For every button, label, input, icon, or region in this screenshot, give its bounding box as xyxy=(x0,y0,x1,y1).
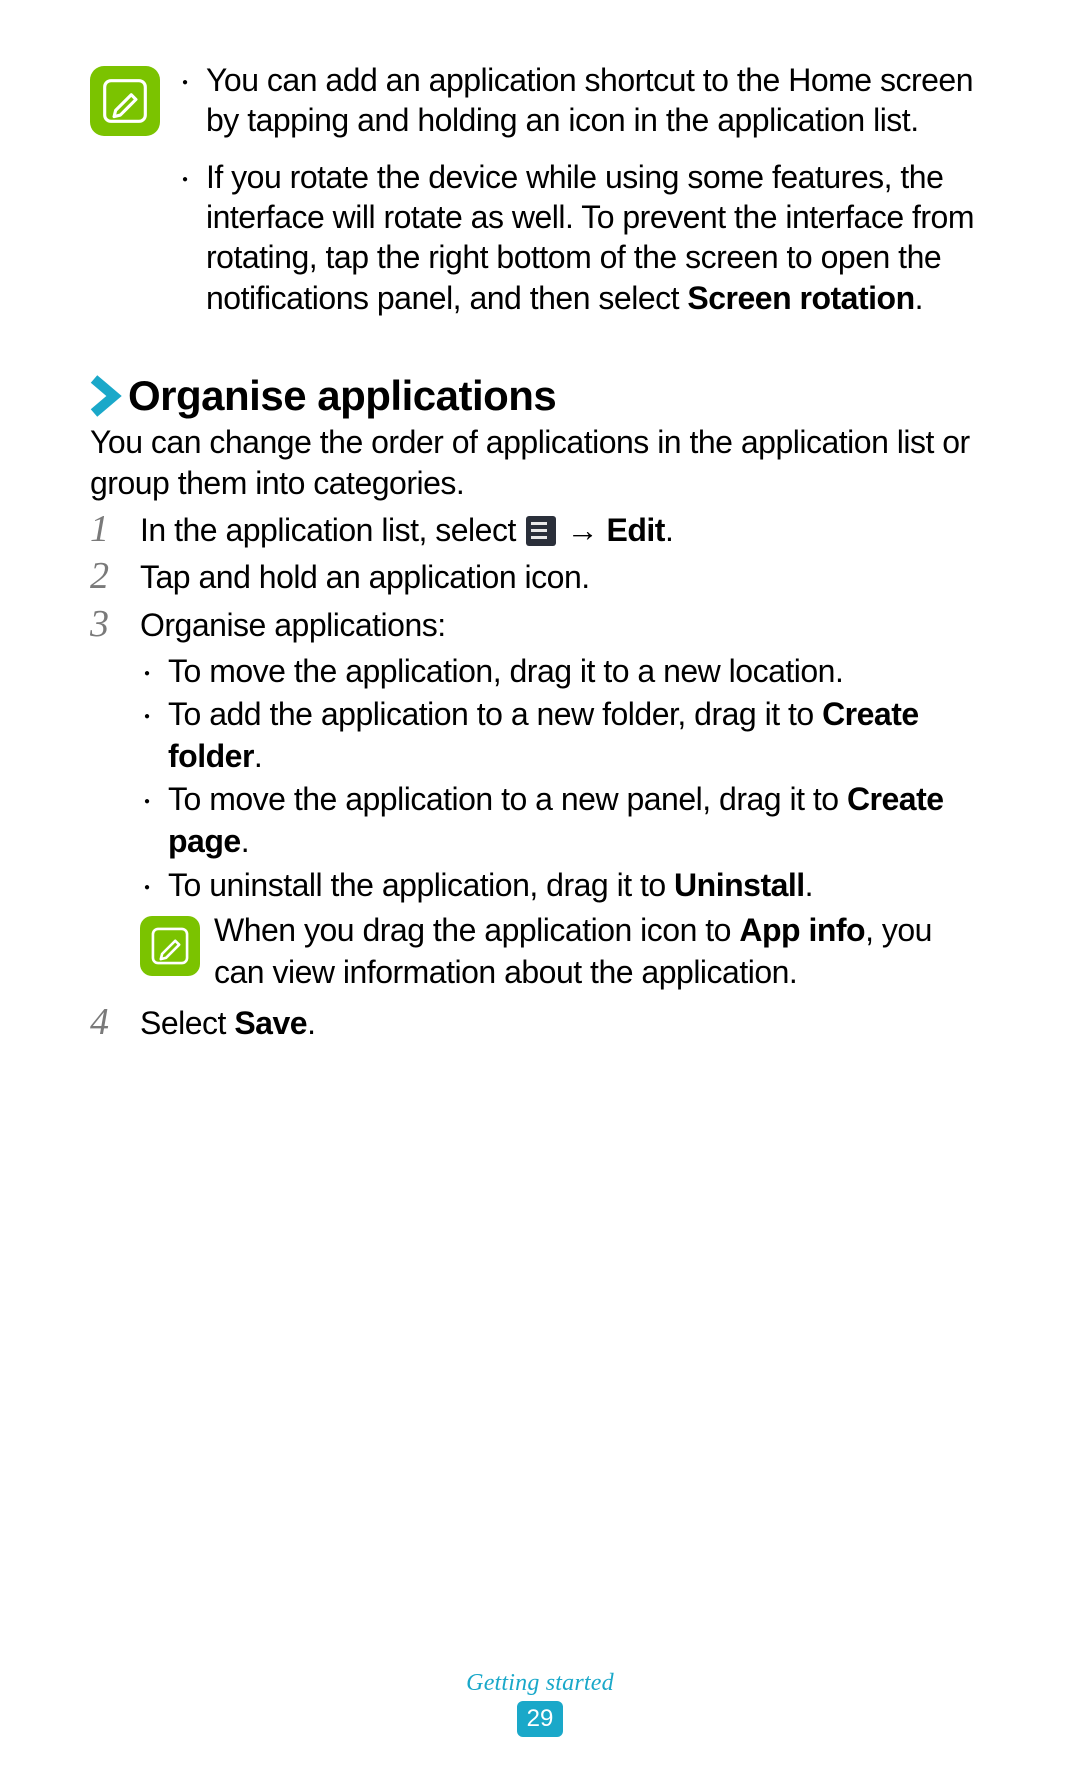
arrow-text: → xyxy=(558,512,606,548)
steps-list: 1 In the application list, select → Edit… xyxy=(90,510,990,1045)
manual-page: You can add an application shortcut to t… xyxy=(0,0,1080,1771)
sub-bullet-text: To move the application, drag it to a ne… xyxy=(168,651,843,693)
step-body: Organise applications: To move the appli… xyxy=(140,605,990,993)
step-body: Tap and hold an application icon. xyxy=(140,557,990,599)
step-text: In the application list, select xyxy=(140,512,524,548)
step-item: 4 Select Save. xyxy=(90,1003,990,1045)
bold-term: App info xyxy=(739,912,865,948)
bullet-dot xyxy=(178,60,206,100)
page-footer: Getting started 29 xyxy=(0,1670,1080,1737)
text-segment: . xyxy=(805,867,813,903)
text-segment: Select xyxy=(140,1005,234,1041)
text-segment: . xyxy=(241,823,249,859)
menu-icon xyxy=(526,516,556,546)
note-block: You can add an application shortcut to t… xyxy=(90,60,990,320)
footer-section-name: Getting started xyxy=(0,1670,1080,1697)
inline-note: When you drag the application icon to Ap… xyxy=(140,910,990,993)
step-body: Select Save. xyxy=(140,1003,990,1045)
step-number: 1 xyxy=(90,510,130,550)
sub-bullet: To move the application to a new panel, … xyxy=(140,779,990,862)
text-segment: To move the application to a new panel, … xyxy=(168,781,847,817)
step-body: In the application list, select → Edit. xyxy=(140,510,990,552)
note-pencil-icon xyxy=(140,916,200,976)
bullet-dot xyxy=(178,157,206,197)
text-segment: . xyxy=(307,1005,315,1041)
chevron-right-icon xyxy=(90,375,122,417)
bullet-dot xyxy=(140,865,168,907)
bold-term: Save xyxy=(234,1005,307,1041)
sub-bullet-text: To uninstall the application, drag it to… xyxy=(168,865,813,907)
sub-bullet-text: To move the application to a new panel, … xyxy=(168,779,990,862)
bullet-dot xyxy=(140,694,168,736)
note-text: You can add an application shortcut to t… xyxy=(206,60,990,141)
note-bullet: If you rotate the device while using som… xyxy=(178,157,990,320)
section-intro: You can change the order of applications… xyxy=(90,422,990,504)
step-item: 1 In the application list, select → Edit… xyxy=(90,510,990,552)
note-text: If you rotate the device while using som… xyxy=(206,157,990,318)
step-item: 2 Tap and hold an application icon. xyxy=(90,557,990,599)
bullet-dot xyxy=(140,779,168,821)
section-title: Organise applications xyxy=(128,372,556,420)
step-item: 3 Organise applications: To move the app… xyxy=(90,605,990,993)
note-text-segment: . xyxy=(915,280,923,316)
step-number: 4 xyxy=(90,1003,130,1043)
note-pencil-icon xyxy=(90,66,160,136)
bold-term: Screen rotation xyxy=(687,280,914,316)
text-segment: . xyxy=(254,738,262,774)
bold-term: Edit xyxy=(607,512,665,548)
note-body: You can add an application shortcut to t… xyxy=(178,60,990,320)
text-segment: When you drag the application icon to xyxy=(214,912,739,948)
step-number: 2 xyxy=(90,557,130,597)
bullet-dot xyxy=(140,651,168,693)
note-bullet: You can add an application shortcut to t… xyxy=(178,60,990,143)
section-heading: Organise applications xyxy=(90,372,990,420)
inline-note-text: When you drag the application icon to Ap… xyxy=(214,910,990,993)
sub-bullet: To uninstall the application, drag it to… xyxy=(140,865,990,907)
sub-bullet-text: To add the application to a new folder, … xyxy=(168,694,990,777)
bold-term: Uninstall xyxy=(674,867,805,903)
sub-bullets: To move the application, drag it to a ne… xyxy=(140,651,990,907)
sub-bullet: To add the application to a new folder, … xyxy=(140,694,990,777)
step-title: Organise applications: xyxy=(140,605,990,647)
step-text: . xyxy=(665,512,673,548)
step-number: 3 xyxy=(90,605,130,645)
sub-bullet: To move the application, drag it to a ne… xyxy=(140,651,990,693)
text-segment: To add the application to a new folder, … xyxy=(168,696,822,732)
text-segment: To uninstall the application, drag it to xyxy=(168,867,674,903)
page-number-badge: 29 xyxy=(517,1701,563,1737)
